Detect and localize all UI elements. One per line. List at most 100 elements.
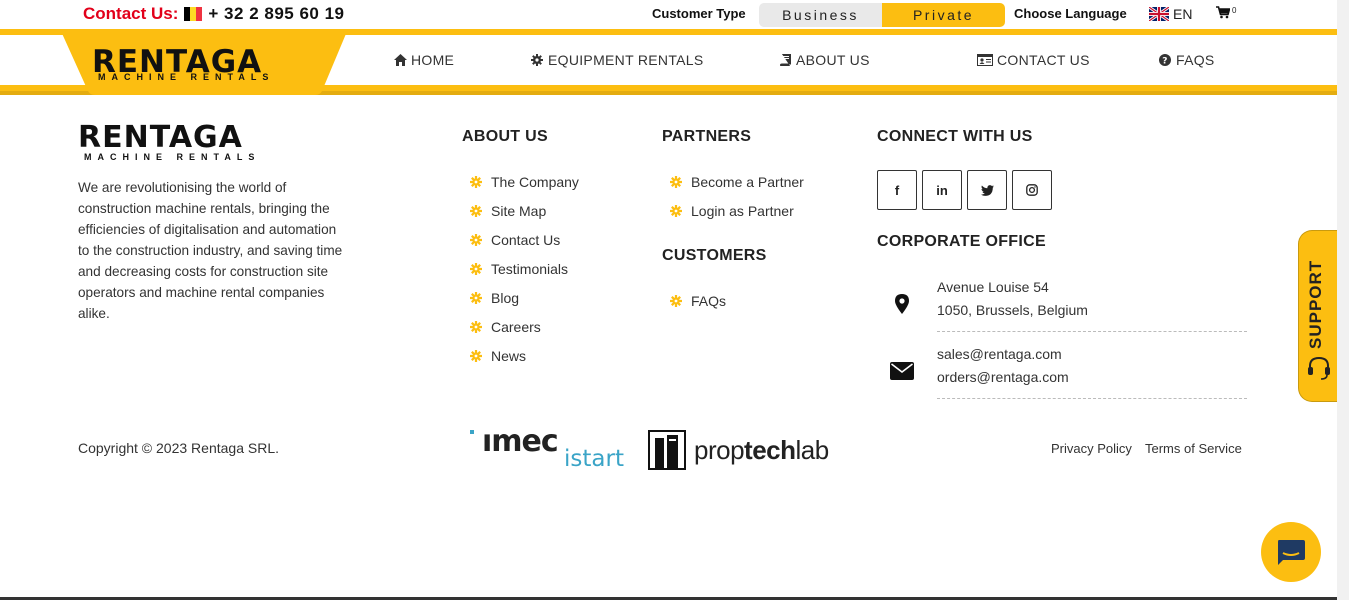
linkedin-button[interactable]: in — [922, 170, 962, 210]
nav-contact-us[interactable]: CONTACT US — [976, 52, 1090, 68]
footer-link-contact-us[interactable]: Contact Us — [470, 225, 579, 254]
choose-language-label: Choose Language — [1014, 6, 1127, 21]
cart-button[interactable]: 0 — [1216, 6, 1236, 19]
footer-link-faqs[interactable]: FAQs — [670, 286, 726, 315]
address-line-1: Avenue Louise 54 — [937, 279, 1049, 295]
footer-link-news[interactable]: News — [470, 341, 579, 370]
footer-link-label: Site Map — [491, 202, 547, 219]
nav-about-us-label: ABOUT US — [796, 52, 870, 68]
footer-link-label: Careers — [491, 318, 541, 335]
facebook-button[interactable]: f — [877, 170, 917, 210]
copyright-text: Copyright © 2023 Rentaga SRL. — [78, 440, 279, 456]
phone-number[interactable]: + 32 2 895 60 19 — [208, 4, 344, 24]
cart-icon — [1216, 6, 1230, 19]
nav-home[interactable]: HOME — [393, 52, 454, 68]
proptechlab-wordmark: proptechlab — [694, 434, 829, 465]
privacy-policy-link[interactable]: Privacy Policy — [1051, 441, 1132, 456]
support-tab[interactable]: SUPPORT — [1298, 230, 1338, 402]
imec-dot — [470, 430, 474, 434]
customers-links: FAQs — [670, 286, 726, 315]
id-card-icon — [976, 53, 993, 67]
footer-link-blog[interactable]: Blog — [470, 283, 579, 312]
gear-bullet-icon — [470, 349, 482, 362]
footer-link-label: FAQs — [691, 292, 727, 309]
chat-widget-button[interactable] — [1261, 522, 1321, 582]
email-sales[interactable]: sales@rentaga.com — [937, 343, 1247, 366]
nav-home-label: HOME — [411, 52, 455, 68]
footer-link-careers[interactable]: Careers — [470, 312, 579, 341]
email-orders[interactable]: orders@rentaga.com — [937, 366, 1247, 389]
customers-heading: CUSTOMERS — [662, 247, 767, 264]
question-circle-icon: ? — [1158, 53, 1172, 67]
home-icon — [393, 53, 407, 67]
footer-logo[interactable]: RENTAGA MACHINE RENTALS — [78, 120, 261, 163]
headset-icon — [1308, 356, 1330, 380]
footer-link-label: The Company — [491, 173, 579, 190]
chat-bubble-icon — [1278, 540, 1305, 565]
facebook-icon: f — [894, 182, 900, 198]
belgium-flag-icon — [184, 7, 203, 21]
nav-equipment-rentals-label: EQUIPMENT RENTALS — [548, 52, 704, 68]
nav-about-us[interactable]: ABOUT US — [778, 52, 870, 68]
terms-of-service-link[interactable]: Terms of Service — [1145, 441, 1242, 456]
customer-type-business[interactable]: Business — [759, 3, 882, 27]
contact-phone[interactable]: Contact Us: + 32 2 895 60 19 — [83, 4, 345, 24]
nav-contact-us-label: CONTACT US — [997, 52, 1090, 68]
office-address: Avenue Louise 54 1050, Brussels, Belgium — [877, 276, 1247, 332]
footer-link-label: Blog — [491, 289, 520, 306]
nav-faqs[interactable]: ? FAQS — [1158, 52, 1215, 68]
contact-label: Contact Us: — [83, 4, 179, 23]
footer-link-label: Testimonials — [491, 260, 569, 277]
footer-link-label: Become a Partner — [691, 173, 804, 190]
footer-logo-tagline: MACHINE RENTALS — [84, 152, 261, 162]
support-label: SUPPORT — [1306, 259, 1325, 349]
social-links: f in — [877, 170, 1052, 210]
envelope-icon — [877, 362, 927, 380]
book-icon — [778, 53, 792, 67]
gear-bullet-icon — [470, 233, 482, 246]
gear-bullet-icon — [670, 175, 682, 188]
footer-link-label: News — [491, 347, 527, 364]
customer-type-label: Customer Type — [652, 6, 746, 21]
about-us-links: The Company Site Map Contact Us Testimon… — [470, 167, 579, 370]
imec-wordmark: ımec — [482, 424, 559, 459]
twitter-button[interactable] — [967, 170, 1007, 210]
corporate-office-heading: CORPORATE OFFICE — [877, 233, 1046, 250]
gear-bullet-icon — [470, 291, 482, 304]
language-selector[interactable]: EN — [1149, 6, 1192, 22]
about-us-heading: ABOUT US — [462, 128, 548, 145]
nav-faqs-label: FAQS — [1176, 52, 1215, 68]
gear-bullet-icon — [470, 175, 482, 188]
company-description: We are revolutionising the world of cons… — [78, 180, 343, 321]
header-logo-tagline: MACHINE RENTALS — [98, 72, 275, 82]
footer-link-site-map[interactable]: Site Map — [470, 196, 579, 225]
cart-count: 0 — [1232, 6, 1237, 15]
partners-links: Become a Partner Login as Partner — [670, 167, 804, 225]
top-bar: Contact Us: + 32 2 895 60 19 Customer Ty… — [0, 0, 1337, 29]
twitter-icon — [980, 184, 994, 196]
gear-bullet-icon — [470, 320, 482, 333]
customer-type-toggle: Business Private — [759, 3, 1005, 27]
instagram-button[interactable] — [1012, 170, 1052, 210]
footer-link-testimonials[interactable]: Testimonials — [470, 254, 579, 283]
footer-link-the-company[interactable]: The Company — [470, 167, 579, 196]
nav-equipment-rentals[interactable]: EQUIPMENT RENTALS — [530, 52, 704, 68]
language-code: EN — [1173, 6, 1193, 22]
uk-flag-icon — [1149, 7, 1169, 21]
footer-logo-wordmark: RENTAGA — [78, 120, 243, 155]
footer-link-become-partner[interactable]: Become a Partner — [670, 167, 804, 196]
gear-bullet-icon — [670, 294, 682, 307]
connect-heading: CONNECT WITH US — [877, 128, 1033, 145]
proptechlab-logo[interactable]: proptechlab — [648, 430, 829, 470]
address-line-2: 1050, Brussels, Belgium — [937, 302, 1088, 318]
customer-type-private[interactable]: Private — [882, 3, 1005, 27]
svg-text:?: ? — [1162, 57, 1168, 67]
office-emails: sales@rentaga.com orders@rentaga.com — [877, 343, 1247, 399]
partners-heading: PARTNERS — [662, 128, 752, 145]
imec-istart-logo[interactable]: ımec istart — [470, 424, 630, 473]
proptechlab-building-icon — [648, 430, 686, 470]
page-scrollbar[interactable] — [1337, 0, 1349, 600]
footer-link-login-partner[interactable]: Login as Partner — [670, 196, 804, 225]
gear-bullet-icon — [670, 204, 682, 217]
map-marker-icon — [877, 294, 927, 314]
